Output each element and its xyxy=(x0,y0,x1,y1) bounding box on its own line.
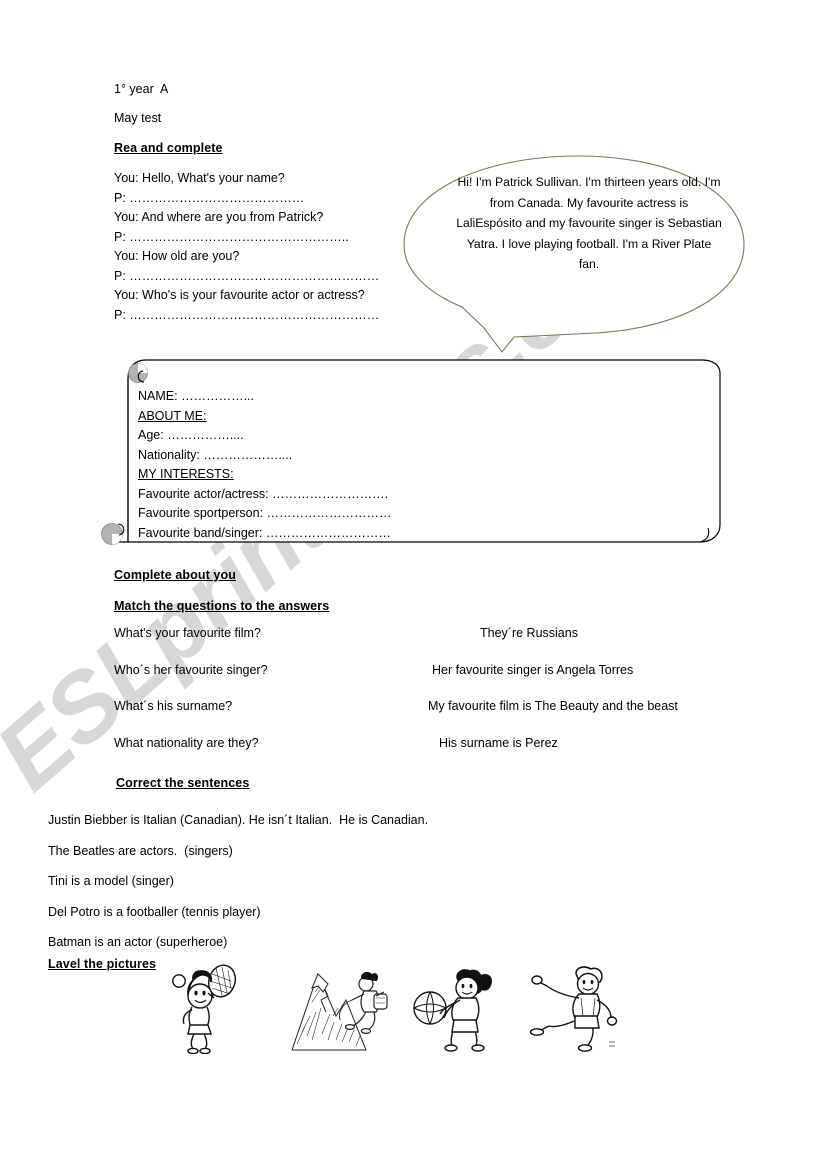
heading-match-questions: Match the questions to the answers xyxy=(114,599,330,613)
match-question: What nationality are they? xyxy=(114,735,259,750)
correct-sentence-item: The Beatles are actors. (singers) xyxy=(48,843,233,858)
dot-leader: ……………... xyxy=(177,389,254,403)
profile-field-row: Favourite actor/actress: ………………………. xyxy=(138,486,389,501)
speech-bubble-text: Hi! I'm Patrick Sullivan. I'm thirteen y… xyxy=(456,175,722,271)
match-answer: His surname is Perez xyxy=(439,735,558,750)
dialogue-line: You: How old are you? xyxy=(114,249,240,263)
pictures-row xyxy=(170,962,640,1057)
match-row: What's your favourite film? They´re Russ… xyxy=(114,626,734,663)
profile-field-row: Favourite band/singer: ………………………… xyxy=(138,525,391,540)
profile-fields: NAME: ……………... ABOUT ME: Age: …………….... … xyxy=(138,387,392,543)
dialogue-line: P: …………………………………… xyxy=(114,190,305,205)
profile-field-row: Nationality: ……………….... xyxy=(138,447,293,462)
correct-sentence-item: Justin Biebber is Italian (Canadian). He… xyxy=(48,813,429,827)
match-question: What's your favourite film? xyxy=(114,626,261,640)
match-section: What's your favourite film? They´re Russ… xyxy=(114,626,734,772)
dialogue-line: You: Who's is your favourite actor or ac… xyxy=(114,288,365,302)
dot-leader: ………………………… xyxy=(263,506,392,520)
dialogue-line: P: …………………………………………….. xyxy=(114,229,349,244)
worksheet-page: ESLprintables.com 1° year A May test Rea… xyxy=(0,0,826,1169)
profile-field-row: ABOUT ME: xyxy=(138,408,207,423)
speech-bubble: Hi! I'm Patrick Sullivan. I'm thirteen y… xyxy=(396,145,776,375)
basketball-player-illustration xyxy=(410,962,498,1059)
heading-correct-sentences: Correct the sentences xyxy=(116,776,250,790)
dialogue-line: You: And where are you from Patrick? xyxy=(114,210,324,224)
match-row: Who´s her favourite singer? Her favourit… xyxy=(114,663,734,700)
profile-field-row: Age: …………….... xyxy=(138,428,244,442)
dialogue-block: You: Hello, What's your name? P: …………………… xyxy=(114,169,379,325)
match-answer: Her favourite singer is Angela Torres xyxy=(432,662,634,677)
dot-leader: ……………….... xyxy=(199,447,293,462)
dot-leader: ………………………… xyxy=(262,525,391,540)
profile-field-row: MY INTERESTS: xyxy=(138,467,234,481)
profile-field-row: Favourite sportperson: ………………………… xyxy=(138,506,392,520)
dialogue-line: P: …………………………………………………… xyxy=(114,268,380,283)
dialogue-line: You: Hello, What's your name? xyxy=(114,171,285,185)
correct-sentence-item: Batman is an actor (superheroe) xyxy=(48,935,228,949)
match-row: What´s his surname? My favourite film is… xyxy=(114,699,734,736)
match-answer: They´re Russians xyxy=(480,626,578,640)
class-line: 1° year A xyxy=(114,82,169,96)
mountain-climbing-illustration xyxy=(288,962,393,1059)
match-question: What´s his surname? xyxy=(114,699,233,713)
correct-sentences-list: Justin Biebber is Italian (Canadian). He… xyxy=(48,805,428,958)
match-answer: My favourite film is The Beauty and the … xyxy=(428,699,678,713)
dot-leader: …………….... xyxy=(163,428,244,442)
heading-read-and-complete: Rea and complete xyxy=(114,141,223,155)
heading-complete-about-you: Complete about you xyxy=(114,568,236,582)
profile-scroll-card: NAME: ……………... ABOUT ME: Age: …………….... … xyxy=(100,352,730,567)
heading-label-pictures: Lavel the pictures xyxy=(48,957,157,971)
running-athlete-illustration xyxy=(525,962,620,1059)
profile-field-row: NAME: ……………... xyxy=(138,389,254,403)
match-row: What nationality are they? His surname i… xyxy=(114,736,734,773)
correct-sentence-item: Del Potro is a footballer (tennis player… xyxy=(48,904,261,919)
correct-sentence-item: Tini is a model (singer) xyxy=(48,874,174,888)
match-question: Who´s her favourite singer? xyxy=(114,662,268,677)
dot-leader: ………………………. xyxy=(268,486,389,501)
dialogue-line: P: …………………………………………………… xyxy=(114,307,380,322)
tennis-player-illustration xyxy=(170,962,245,1059)
test-line: May test xyxy=(114,111,162,125)
